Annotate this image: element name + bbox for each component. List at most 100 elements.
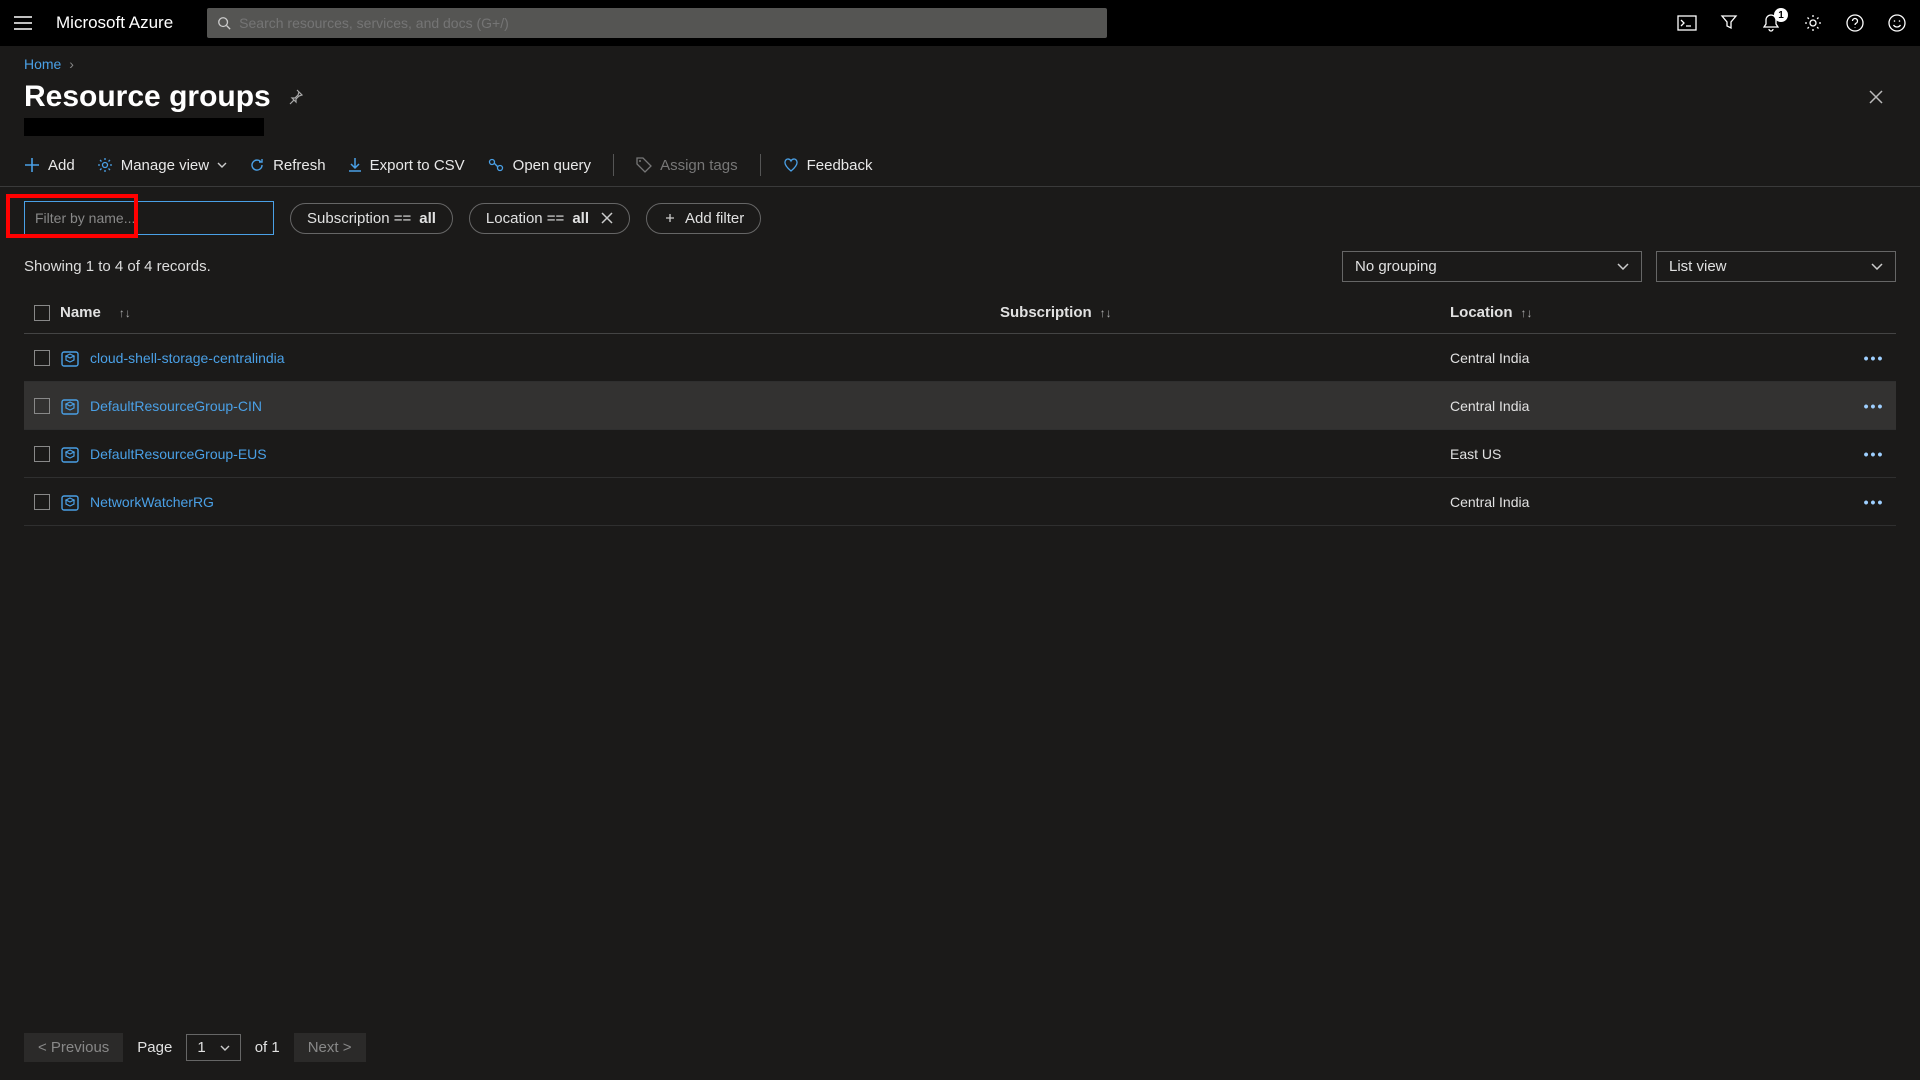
download-icon xyxy=(348,157,362,173)
pin-icon[interactable] xyxy=(287,89,303,105)
topbar-icons: 1 xyxy=(1676,12,1908,34)
page-select[interactable]: 1 xyxy=(186,1034,240,1061)
column-header-name[interactable]: Name ↑↓ xyxy=(60,304,1000,321)
breadcrumb: Home › xyxy=(0,46,1920,76)
row-location: Central India xyxy=(1450,350,1529,366)
page-of-label: of 1 xyxy=(255,1039,280,1056)
chevron-down-icon xyxy=(217,162,227,168)
row-more-menu[interactable]: ••• xyxy=(1864,446,1885,462)
row-checkbox[interactable] xyxy=(34,350,50,366)
records-count: Showing 1 to 4 of 4 records. xyxy=(24,258,211,275)
redacted-subtitle xyxy=(24,118,264,136)
table-row[interactable]: cloud-shell-storage-centralindia Central… xyxy=(24,334,1896,382)
chip-value: all xyxy=(572,210,589,227)
command-bar: Add Manage view Refresh Export to CSV Op… xyxy=(0,146,1920,187)
plus-icon xyxy=(24,157,40,173)
next-button[interactable]: Next > xyxy=(294,1033,366,1062)
grouping-value: No grouping xyxy=(1355,258,1437,275)
close-icon[interactable] xyxy=(1868,89,1884,105)
open-query-button[interactable]: Open query xyxy=(487,157,591,174)
resource-table: Name ↑↓ Subscription ↑↓ Location ↑↓ clou… xyxy=(0,292,1920,526)
filter-chip-location[interactable]: Location == all xyxy=(469,203,630,234)
add-label: Add xyxy=(48,157,75,174)
row-checkbox[interactable] xyxy=(34,398,50,414)
row-checkbox[interactable] xyxy=(34,494,50,510)
row-name-link[interactable]: NetworkWatcherRG xyxy=(90,494,214,510)
chip-value: all xyxy=(419,210,436,227)
table-row[interactable]: DefaultResourceGroup-EUS East US ••• xyxy=(24,430,1896,478)
cloud-shell-icon[interactable] xyxy=(1676,12,1698,34)
feedback-smiley-icon[interactable] xyxy=(1886,12,1908,34)
toolbar-separator xyxy=(760,154,761,176)
records-row: Showing 1 to 4 of 4 records. No grouping… xyxy=(0,245,1920,292)
gear-icon xyxy=(97,157,113,173)
notification-badge: 1 xyxy=(1774,8,1788,22)
directory-filter-icon[interactable] xyxy=(1718,12,1740,34)
tag-icon xyxy=(636,157,652,173)
row-more-menu[interactable]: ••• xyxy=(1864,494,1885,510)
table-row[interactable]: DefaultResourceGroup-CIN Central India •… xyxy=(24,382,1896,430)
row-name-link[interactable]: DefaultResourceGroup-CIN xyxy=(90,398,262,414)
chevron-down-icon xyxy=(1871,263,1883,270)
chevron-down-icon xyxy=(220,1045,230,1051)
row-location: Central India xyxy=(1450,494,1529,510)
view-select[interactable]: List view xyxy=(1656,251,1896,282)
column-header-location[interactable]: Location ↑↓ xyxy=(1450,304,1852,321)
chip-label: Location == xyxy=(486,210,564,227)
page-value: 1 xyxy=(197,1039,205,1056)
settings-icon[interactable] xyxy=(1802,12,1824,34)
refresh-label: Refresh xyxy=(273,157,326,174)
resource-group-icon xyxy=(60,396,80,416)
chip-label: Subscription == xyxy=(307,210,411,227)
sort-icon: ↑↓ xyxy=(1521,306,1533,320)
row-more-menu[interactable]: ••• xyxy=(1864,398,1885,414)
export-csv-label: Export to CSV xyxy=(370,157,465,174)
manage-view-button[interactable]: Manage view xyxy=(97,157,227,174)
view-value: List view xyxy=(1669,258,1727,275)
filter-chip-subscription[interactable]: Subscription == all xyxy=(290,203,453,234)
grouping-select[interactable]: No grouping xyxy=(1342,251,1642,282)
row-location: East US xyxy=(1450,446,1501,462)
row-location: Central India xyxy=(1450,398,1529,414)
add-button[interactable]: Add xyxy=(24,157,75,174)
toolbar-separator xyxy=(613,154,614,176)
filter-plus-icon xyxy=(663,211,677,225)
chevron-down-icon xyxy=(1617,263,1629,270)
assign-tags-label: Assign tags xyxy=(660,157,738,174)
help-icon[interactable] xyxy=(1844,12,1866,34)
feedback-button[interactable]: Feedback xyxy=(783,157,873,174)
resource-group-icon xyxy=(60,348,80,368)
select-all-checkbox[interactable] xyxy=(34,305,50,321)
column-header-subscription[interactable]: Subscription ↑↓ xyxy=(1000,304,1450,321)
remove-filter-icon[interactable] xyxy=(601,212,613,224)
add-filter-button[interactable]: Add filter xyxy=(646,203,761,234)
heart-icon xyxy=(783,158,799,172)
manage-view-label: Manage view xyxy=(121,157,209,174)
previous-button[interactable]: < Previous xyxy=(24,1033,123,1062)
table-row[interactable]: NetworkWatcherRG Central India ••• xyxy=(24,478,1896,526)
notifications-icon[interactable]: 1 xyxy=(1760,12,1782,34)
filter-bar: Subscription == all Location == all Add … xyxy=(0,187,1920,245)
breadcrumb-home[interactable]: Home xyxy=(24,56,61,72)
refresh-icon xyxy=(249,157,265,173)
chevron-right-icon: › xyxy=(69,56,74,72)
sort-icon: ↑↓ xyxy=(119,306,131,320)
pagination: < Previous Page 1 of 1 Next > xyxy=(24,1033,366,1062)
row-more-menu[interactable]: ••• xyxy=(1864,350,1885,366)
top-bar: Microsoft Azure 1 xyxy=(0,0,1920,46)
brand-label: Microsoft Azure xyxy=(56,13,173,33)
row-checkbox[interactable] xyxy=(34,446,50,462)
resource-group-icon xyxy=(60,444,80,464)
row-name-link[interactable]: cloud-shell-storage-centralindia xyxy=(90,350,285,366)
hamburger-menu[interactable] xyxy=(12,12,34,34)
global-search[interactable] xyxy=(207,8,1107,38)
search-input[interactable] xyxy=(239,15,1097,31)
export-csv-button[interactable]: Export to CSV xyxy=(348,157,465,174)
table-header: Name ↑↓ Subscription ↑↓ Location ↑↓ xyxy=(24,292,1896,334)
refresh-button[interactable]: Refresh xyxy=(249,157,326,174)
resource-group-icon xyxy=(60,492,80,512)
add-filter-label: Add filter xyxy=(685,210,744,227)
page-title: Resource groups xyxy=(24,80,271,114)
sort-icon: ↑↓ xyxy=(1100,306,1112,320)
row-name-link[interactable]: DefaultResourceGroup-EUS xyxy=(90,446,267,462)
